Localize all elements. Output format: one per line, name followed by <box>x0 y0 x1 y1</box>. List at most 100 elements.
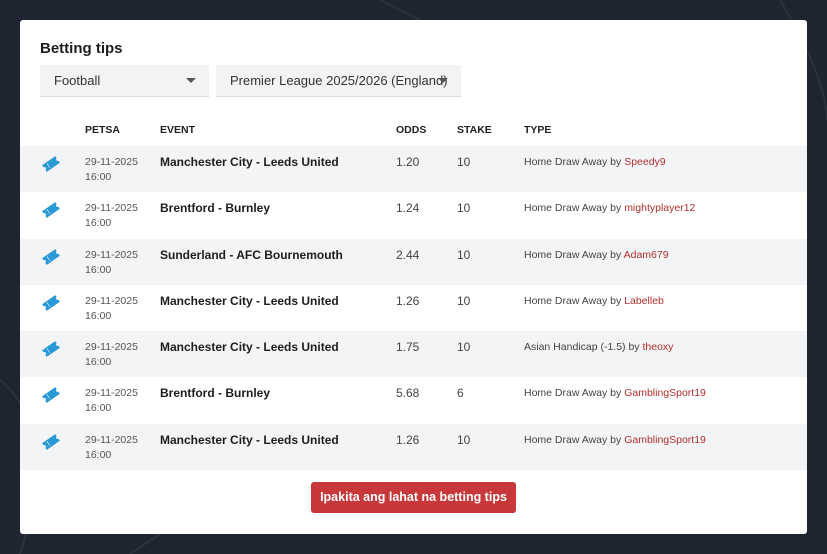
betting-tips-card: Betting tips Football Premier League 202… <box>20 20 807 534</box>
ticket-icon <box>41 432 61 452</box>
table-row[interactable]: 29-11-2025 16:00 Manchester City - Leeds… <box>20 331 807 378</box>
tip-time: 16:00 <box>85 402 112 415</box>
tip-event[interactable]: Brentford - Burnley <box>160 201 270 215</box>
tip-event[interactable]: Manchester City - Leeds United <box>160 294 339 308</box>
ticket-icon <box>41 339 61 359</box>
table-row[interactable]: 29-11-2025 16:00 Brentford - Burnley 1.2… <box>20 192 807 238</box>
table-row[interactable]: 29-11-2025 16:00 Manchester City - Leeds… <box>20 285 807 331</box>
tip-stake: 10 <box>457 247 471 262</box>
tipster-link[interactable]: Adam679 <box>624 249 669 261</box>
tip-date: 29-11-2025 <box>85 294 138 307</box>
chevron-down-icon <box>186 78 196 83</box>
tipster-link[interactable]: mightyplayer12 <box>624 202 695 214</box>
tip-date: 29-11-2025 <box>85 341 138 354</box>
tip-by-label: by <box>610 248 624 261</box>
tip-by-label: by <box>610 387 625 400</box>
tip-time: 16:00 <box>85 356 112 369</box>
tip-by-label: by <box>610 156 625 168</box>
tip-by-label: by <box>610 202 625 215</box>
header-date: PETSA <box>85 124 121 136</box>
tip-by-label: by <box>610 294 625 307</box>
tip-event[interactable]: Manchester City - Leeds United <box>160 433 339 447</box>
tipster-link[interactable]: theoxy <box>642 341 673 353</box>
tip-date: 29-11-2025 <box>85 433 138 446</box>
tip-by-label: by <box>610 433 625 446</box>
ticket-icon <box>41 154 61 174</box>
tip-event[interactable]: Manchester City - Leeds United <box>160 340 339 354</box>
tip-datetime: 29-11-2025 16:00 <box>85 386 155 416</box>
tip-odds: 5.68 <box>396 386 420 401</box>
tip-date: 29-11-2025 <box>85 248 138 261</box>
tip-type: Home Draw Away by Adam679 <box>524 249 669 261</box>
tip-date: 29-11-2025 <box>85 156 138 168</box>
tip-stake: 10 <box>457 432 471 447</box>
table-row[interactable]: 29-11-2025 16:00 Brentford - Burnley 5.6… <box>20 377 807 423</box>
tip-odds: 1.24 <box>396 201 420 216</box>
tip-time: 16:00 <box>85 263 112 276</box>
tip-type: Home Draw Away by mightyplayer12 <box>524 202 695 214</box>
tip-type: Home Draw Away by Speedy9 <box>524 156 666 168</box>
tip-type: Home Draw Away by GamblingSport19 <box>524 434 706 446</box>
tipster-link[interactable]: GamblingSport19 <box>624 387 706 399</box>
ticket-icon <box>41 247 61 267</box>
tip-stake: 10 <box>457 340 471 355</box>
sport-select-value: Football <box>54 73 101 88</box>
table-row[interactable]: 29-11-2025 16:00 Sunderland - AFC Bourne… <box>20 238 807 285</box>
tip-type: Home Draw Away by Labelleb <box>524 295 664 307</box>
tip-stake: 10 <box>457 155 471 169</box>
league-select-value: Premier League 2025/2026 (England) <box>230 73 448 88</box>
tip-datetime: 29-11-2025 16:00 <box>85 248 155 278</box>
tip-time: 16:00 <box>85 309 112 322</box>
tip-event[interactable]: Brentford - Burnley <box>160 386 270 400</box>
header-event: EVENT <box>160 124 196 136</box>
tip-time: 16:00 <box>85 171 112 183</box>
tip-datetime: 29-11-2025 16:00 <box>85 433 155 463</box>
show-all-tips-button[interactable]: Ipakita ang lahat na betting tips <box>311 482 516 513</box>
league-select[interactable]: Premier League 2025/2026 (England) <box>216 65 461 97</box>
ticket-icon <box>41 293 61 313</box>
tip-by-label: by <box>628 341 643 354</box>
tip-odds: 1.75 <box>396 340 420 355</box>
tip-type-label: Home Draw Away <box>524 433 611 446</box>
tip-type-label: Home Draw Away <box>524 248 611 261</box>
tipster-link[interactable]: GamblingSport19 <box>624 434 706 446</box>
tip-date: 29-11-2025 <box>85 387 138 400</box>
tip-type-label: Home Draw Away <box>524 202 611 215</box>
widget-title: Betting tips <box>40 40 123 57</box>
tip-event[interactable]: Sunderland - AFC Bournemouth <box>160 248 343 262</box>
tip-date: 29-11-2025 <box>85 202 138 215</box>
tip-type: Home Draw Away by GamblingSport19 <box>524 387 706 399</box>
tip-datetime: 29-11-2025 16:00 <box>85 294 155 324</box>
tip-time: 16:00 <box>85 217 112 230</box>
tip-type-label: Home Draw Away <box>524 387 611 400</box>
chevron-down-icon <box>438 78 448 83</box>
tip-stake: 10 <box>457 293 471 308</box>
table-row[interactable]: 29-11-2025 16:00 Manchester City - Leeds… <box>20 146 807 193</box>
header-odds: ODDS <box>396 124 427 136</box>
tip-type: Asian Handicap (-1.5) by theoxy <box>524 341 673 353</box>
tip-type-label: Asian Handicap (-1.5) <box>524 341 629 354</box>
tip-odds: 2.44 <box>396 247 420 262</box>
table-header: PETSA EVENT ODDS STAKE TYPE <box>20 124 807 144</box>
header-type: TYPE <box>524 124 552 136</box>
tipster-link[interactable]: Speedy9 <box>624 156 665 168</box>
header-stake: STAKE <box>457 124 492 136</box>
tips-table: 29-11-2025 16:00 Manchester City - Leeds… <box>20 146 807 471</box>
tip-type-label: Home Draw Away <box>524 294 611 307</box>
ticket-icon <box>41 385 61 405</box>
table-row[interactable]: 29-11-2025 16:00 Manchester City - Leeds… <box>20 423 807 471</box>
tip-datetime: 29-11-2025 16:00 <box>85 201 155 231</box>
ticket-icon <box>41 200 61 220</box>
tip-datetime: 29-11-2025 16:00 <box>85 155 155 185</box>
tip-odds: 1.20 <box>396 155 420 169</box>
tip-datetime: 29-11-2025 16:00 <box>85 340 155 370</box>
tip-type-label: Home Draw Away <box>524 156 611 168</box>
tipster-link[interactable]: Labelleb <box>624 295 664 307</box>
tip-odds: 1.26 <box>396 293 420 308</box>
tip-event[interactable]: Manchester City - Leeds United <box>160 155 339 169</box>
sport-select[interactable]: Football <box>40 65 209 97</box>
tip-stake: 6 <box>457 386 464 401</box>
tip-odds: 1.26 <box>396 432 420 447</box>
tip-time: 16:00 <box>85 448 112 461</box>
tip-stake: 10 <box>457 201 471 216</box>
